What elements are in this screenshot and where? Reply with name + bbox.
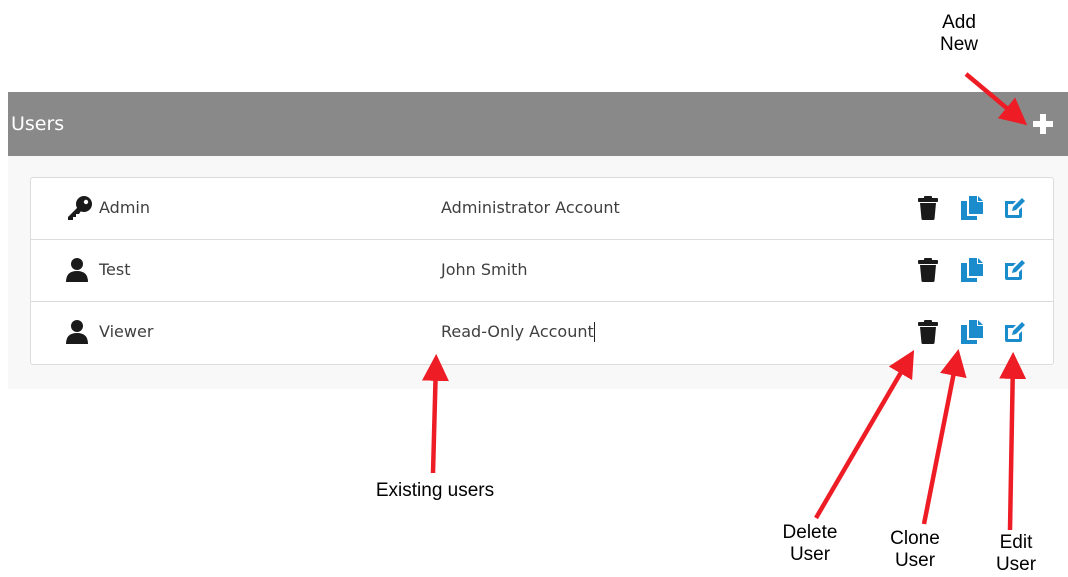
delete-user-button[interactable]: [916, 195, 940, 221]
callout-existing-users-text: Existing users: [375, 480, 495, 501]
copy-icon: [961, 258, 983, 282]
delete-user-button[interactable]: [916, 319, 940, 345]
callout-delete-line2: User: [789, 544, 831, 565]
clone-user-button[interactable]: [960, 257, 984, 283]
user-description: John Smith: [441, 260, 528, 279]
edit-user-button[interactable]: [1002, 257, 1026, 283]
clone-user-button[interactable]: [960, 195, 984, 221]
callout-clone-line1: Clone: [890, 528, 940, 549]
users-panel: Users Admin Administrator Account Test J…: [8, 92, 1068, 389]
add-user-button[interactable]: [1031, 112, 1055, 136]
edit-icon: [1005, 198, 1025, 218]
user-row-admin[interactable]: Admin Administrator Account: [31, 178, 1053, 240]
copy-icon: [961, 196, 983, 220]
panel-header: Users: [8, 92, 1068, 156]
key-icon: [68, 196, 92, 220]
callout-edit-line1: Edit: [999, 532, 1033, 553]
user-description-wrap: Read-Only Account: [441, 322, 595, 342]
user-description: Read-Only Account: [441, 322, 594, 341]
callout-add-new-line1: Add: [942, 12, 976, 33]
user-name: Admin: [99, 198, 150, 217]
copy-icon: [961, 320, 983, 344]
callout-edit-line2: User: [995, 554, 1037, 575]
callout-existing-users: Existing users: [355, 480, 515, 502]
text-cursor: [593, 322, 595, 342]
user-row-viewer[interactable]: Viewer Read-Only Account: [31, 302, 1053, 364]
trash-icon: [918, 196, 938, 220]
edit-user-button[interactable]: [1002, 319, 1026, 345]
user-list: Admin Administrator Account Test John Sm…: [30, 177, 1054, 365]
trash-icon: [918, 320, 938, 344]
edit-user-button[interactable]: [1002, 195, 1026, 221]
edit-icon: [1005, 260, 1025, 280]
user-name: Test: [99, 260, 131, 279]
callout-add-new: Add New: [934, 12, 984, 56]
user-icon: [66, 320, 88, 344]
panel-title: Users: [11, 113, 65, 135]
callout-clone-user: Clone User: [880, 528, 950, 572]
clone-user-button[interactable]: [960, 319, 984, 345]
callout-edit-user: Edit User: [988, 532, 1044, 576]
callout-delete-user: Delete User: [773, 522, 847, 566]
edit-icon: [1005, 322, 1025, 342]
delete-user-button[interactable]: [916, 257, 940, 283]
callout-add-new-line2: New: [939, 34, 978, 55]
user-name: Viewer: [99, 322, 154, 341]
plus-icon: [1033, 114, 1053, 134]
user-row-test[interactable]: Test John Smith: [31, 240, 1053, 302]
trash-icon: [918, 258, 938, 282]
user-icon: [66, 258, 88, 282]
callout-delete-line1: Delete: [782, 522, 838, 543]
callout-clone-line2: User: [894, 550, 936, 571]
user-description: Administrator Account: [441, 198, 620, 217]
